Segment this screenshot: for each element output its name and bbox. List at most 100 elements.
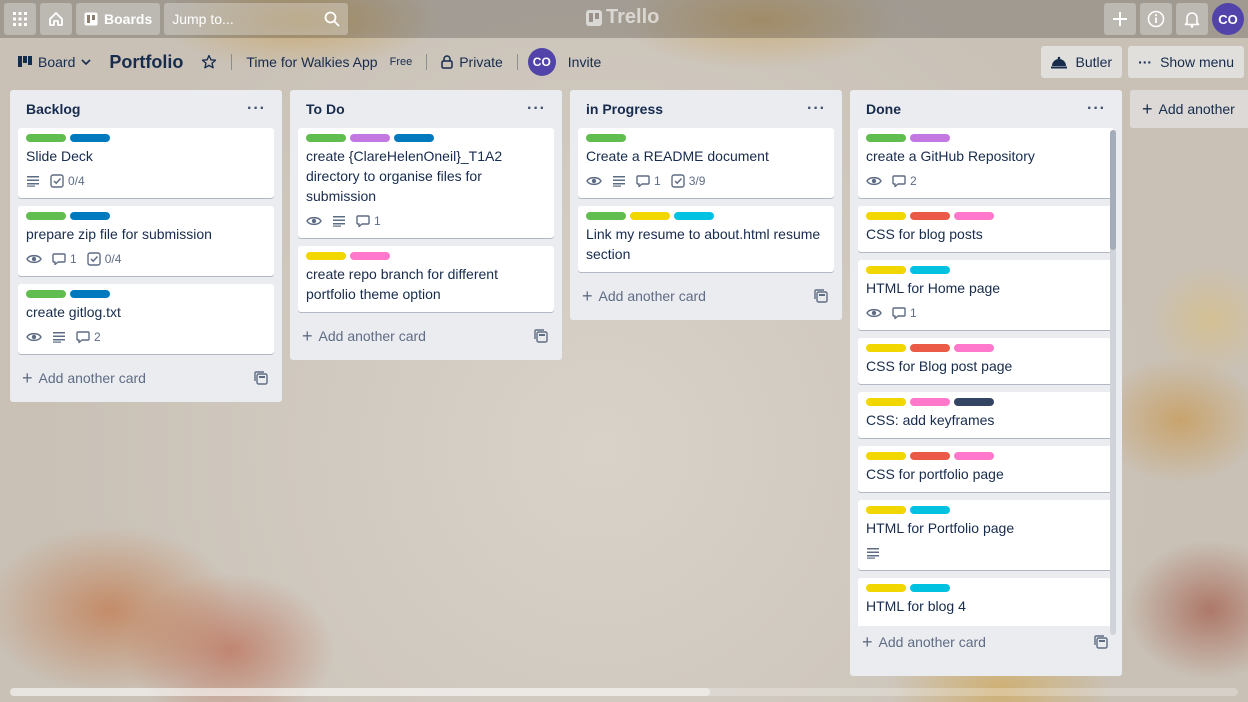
list-menu-icon[interactable]: ···: [247, 100, 266, 118]
done-list-scrollbar[interactable]: [1110, 130, 1116, 635]
board-view-switcher[interactable]: Board: [10, 46, 99, 78]
label-green[interactable]: [26, 134, 66, 142]
label-green[interactable]: [26, 212, 66, 220]
add-card-button[interactable]: + Add another card: [18, 362, 274, 394]
label-yellow[interactable]: [866, 212, 906, 220]
label-green[interactable]: [866, 134, 906, 142]
label-green[interactable]: [586, 212, 626, 220]
card[interactable]: Slide Deck 0/4: [18, 128, 274, 198]
apps-grid-icon[interactable]: [4, 3, 36, 35]
checklist-icon: [670, 174, 685, 188]
description-badge: [26, 175, 40, 187]
label-pink[interactable]: [910, 398, 950, 406]
label-blue[interactable]: [70, 134, 110, 142]
card-template-icon[interactable]: [534, 329, 548, 343]
label-yellow[interactable]: [306, 252, 346, 260]
label-yellow[interactable]: [866, 344, 906, 352]
label-blue[interactable]: [394, 134, 434, 142]
card[interactable]: CSS for portfolio page: [858, 446, 1114, 492]
card-template-icon[interactable]: [1094, 635, 1108, 649]
list-title[interactable]: Done: [866, 101, 901, 117]
label-yellow[interactable]: [866, 452, 906, 460]
card[interactable]: create a GitHub Repository 2: [858, 128, 1114, 198]
label-pink[interactable]: [954, 212, 994, 220]
list-menu-icon[interactable]: ···: [527, 100, 546, 118]
search-placeholder: Jump to...: [172, 11, 234, 27]
add-list-button[interactable]: + Add another: [1130, 90, 1248, 128]
label-pink[interactable]: [954, 452, 994, 460]
card-template-icon[interactable]: [254, 371, 268, 385]
card[interactable]: create repo branch for different portfol…: [298, 246, 554, 312]
list-header[interactable]: Backlog ···: [18, 90, 274, 128]
label-green[interactable]: [306, 134, 346, 142]
card-badges: 2: [866, 172, 1106, 190]
trello-logo[interactable]: Trello: [586, 6, 659, 29]
label-sky[interactable]: [910, 506, 950, 514]
boards-button[interactable]: Boards: [76, 3, 161, 35]
card-badges: 0/4: [26, 172, 266, 190]
board-horizontal-scrollbar[interactable]: [10, 688, 1238, 696]
label-black[interactable]: [954, 398, 994, 406]
visibility-button[interactable]: Private: [433, 46, 511, 78]
card[interactable]: create gitlog.txt 2: [18, 284, 274, 354]
list-header[interactable]: in Progress ···: [578, 90, 834, 128]
info-button[interactable]: [1140, 3, 1172, 35]
label-purple[interactable]: [910, 134, 950, 142]
list-menu-icon[interactable]: ···: [1087, 100, 1106, 118]
board-title[interactable]: Portfolio: [99, 46, 193, 78]
star-button[interactable]: [193, 46, 225, 78]
list-title[interactable]: To Do: [306, 101, 345, 117]
add-card-button[interactable]: + Add another card: [298, 320, 554, 352]
card[interactable]: CSS for Blog post page: [858, 338, 1114, 384]
user-avatar[interactable]: CO: [1212, 3, 1244, 35]
list-title[interactable]: Backlog: [26, 101, 80, 117]
scrollbar-thumb[interactable]: [10, 688, 710, 696]
card[interactable]: Create a README document 1 3/9: [578, 128, 834, 198]
label-pink[interactable]: [954, 344, 994, 352]
list-header[interactable]: To Do ···: [298, 90, 554, 128]
list-menu-icon[interactable]: ···: [807, 100, 826, 118]
show-menu-button[interactable]: ··· Show menu: [1128, 46, 1244, 78]
home-icon[interactable]: [40, 3, 72, 35]
create-button[interactable]: [1104, 3, 1136, 35]
label-blue[interactable]: [70, 290, 110, 298]
add-card-button[interactable]: + Add another card: [578, 280, 834, 312]
card[interactable]: HTML for Portfolio page: [858, 500, 1114, 570]
label-purple[interactable]: [350, 134, 390, 142]
card[interactable]: prepare zip file for submission 1 0/4: [18, 206, 274, 276]
top-header: Boards Jump to... Trello CO: [0, 0, 1248, 38]
member-avatar[interactable]: CO: [524, 46, 560, 78]
label-pink[interactable]: [350, 252, 390, 260]
label-sky[interactable]: [674, 212, 714, 220]
card[interactable]: create {ClareHelenOneil}_T1A2 directory …: [298, 128, 554, 238]
label-yellow[interactable]: [866, 398, 906, 406]
label-sky[interactable]: [910, 266, 950, 274]
notifications-button[interactable]: [1176, 3, 1208, 35]
label-yellow[interactable]: [866, 266, 906, 274]
list-header[interactable]: Done ···: [858, 90, 1114, 128]
label-yellow[interactable]: [866, 506, 906, 514]
search-input[interactable]: Jump to...: [164, 3, 349, 35]
label-yellow[interactable]: [866, 584, 906, 592]
card[interactable]: HTML for Home page 1: [858, 260, 1114, 330]
list-to-do: To Do ··· create {ClareHelenOneil}_T1A2 di…: [290, 90, 562, 360]
invite-button[interactable]: Invite: [560, 46, 609, 78]
label-yellow[interactable]: [630, 212, 670, 220]
scrollbar-thumb[interactable]: [1110, 130, 1116, 250]
label-green[interactable]: [26, 290, 66, 298]
label-red[interactable]: [910, 452, 950, 460]
card[interactable]: Link my resume to about.html resume sect…: [578, 206, 834, 272]
label-red[interactable]: [910, 212, 950, 220]
card[interactable]: HTML for blog 4: [858, 578, 1114, 626]
label-green[interactable]: [586, 134, 626, 142]
butler-button[interactable]: Butler: [1041, 46, 1123, 78]
list-title[interactable]: in Progress: [586, 101, 663, 117]
workspace-button[interactable]: Time for Walkies App Free: [238, 46, 420, 78]
card[interactable]: CSS for blog posts: [858, 206, 1114, 252]
add-card-button[interactable]: + Add another card: [858, 626, 1114, 658]
label-red[interactable]: [910, 344, 950, 352]
label-blue[interactable]: [70, 212, 110, 220]
card-template-icon[interactable]: [814, 289, 828, 303]
card[interactable]: CSS: add keyframes: [858, 392, 1114, 438]
label-sky[interactable]: [910, 584, 950, 592]
